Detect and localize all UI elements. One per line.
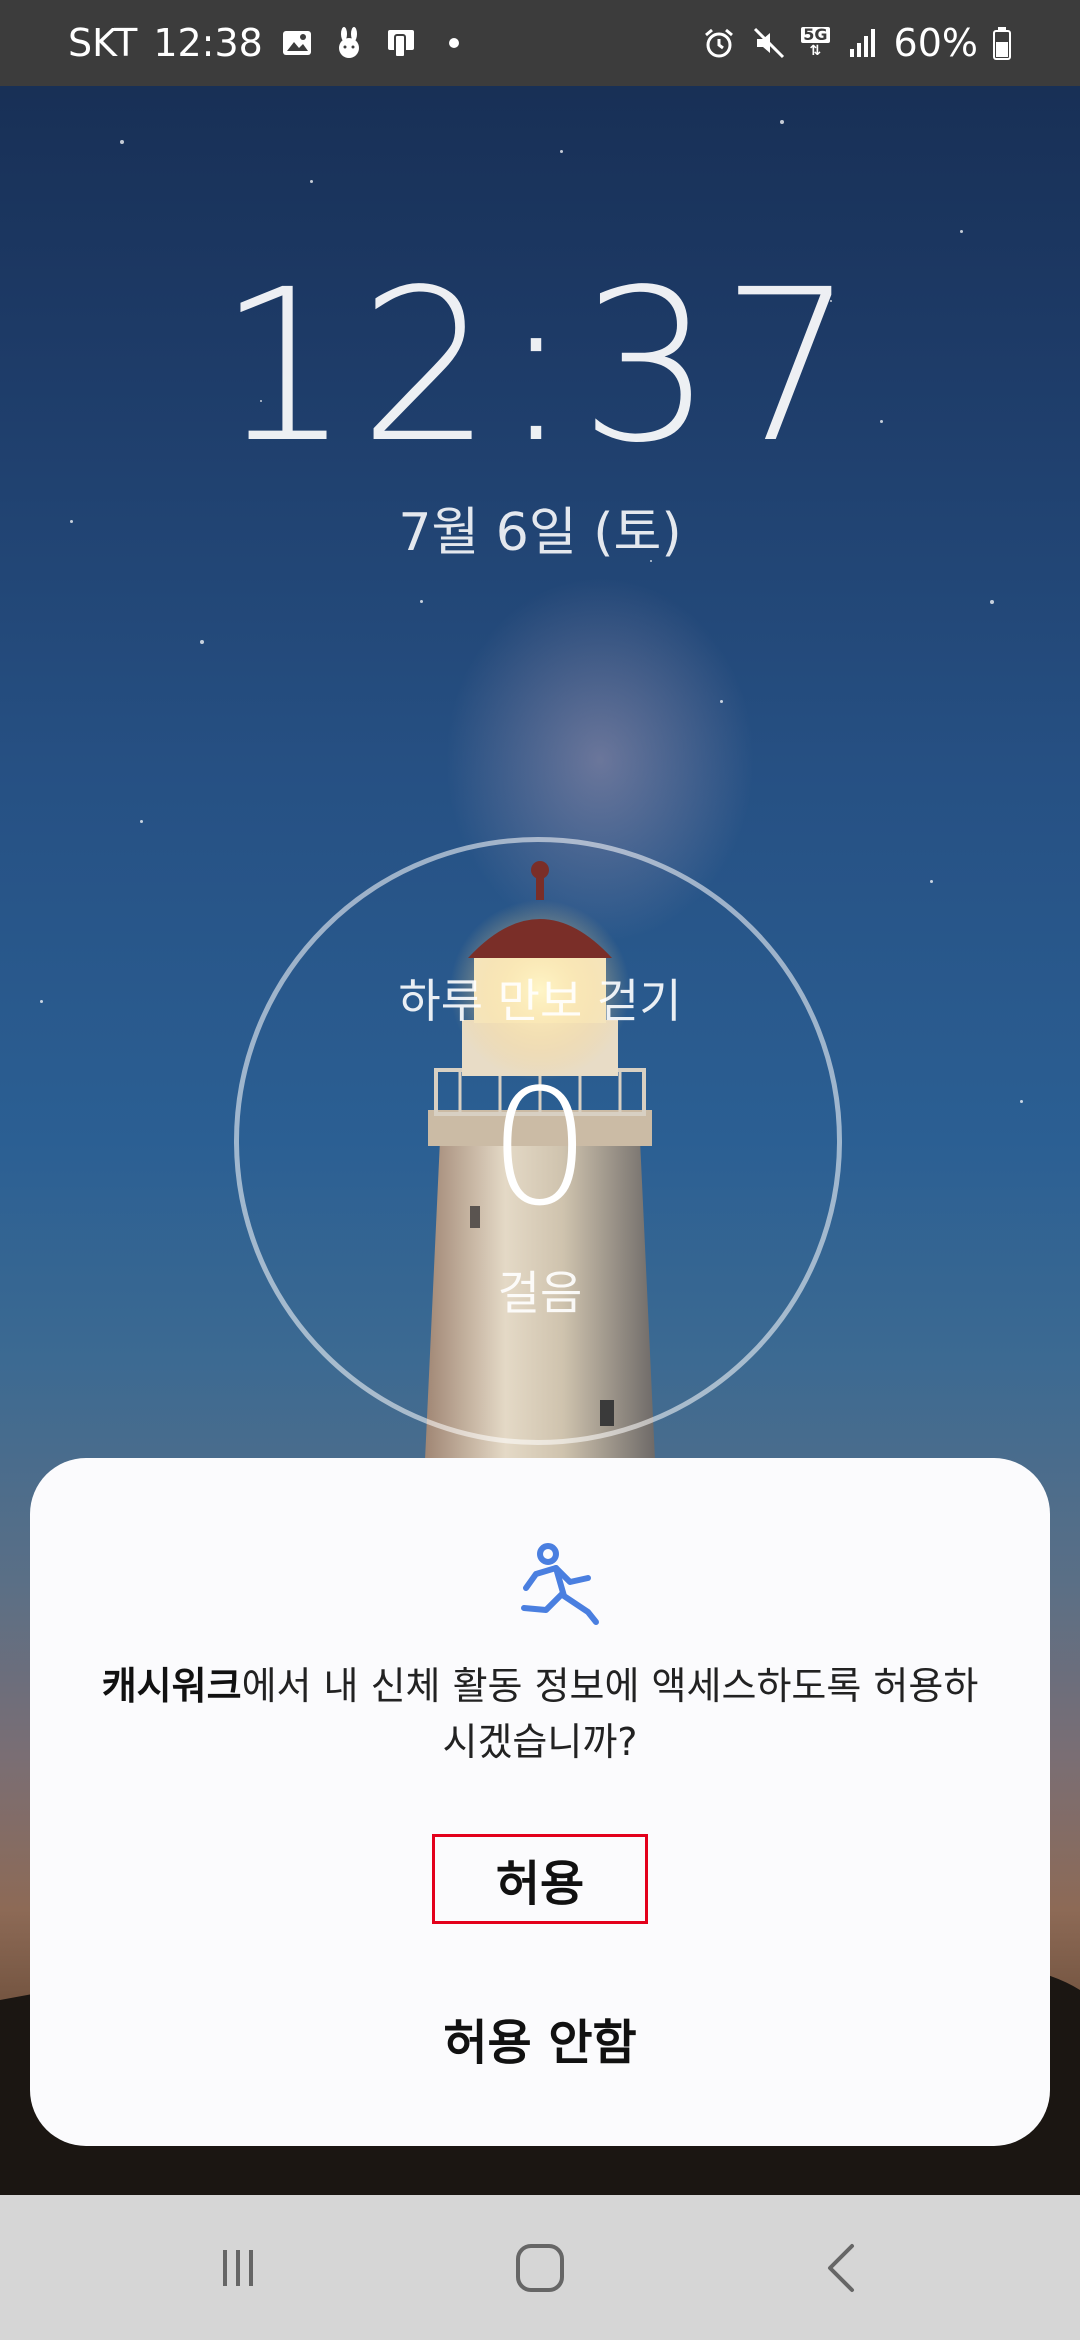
star [960,230,963,233]
home-button[interactable] [450,2195,630,2340]
star [780,120,784,124]
dialog-message-text: 에서 내 신체 활동 정보에 액세스하도록 허용하시겠습니까? [241,1664,979,1764]
allow-button[interactable]: 허용 [432,1834,648,1924]
star [930,880,933,883]
recent-apps-button[interactable] [148,2195,328,2340]
signal-icon [849,29,875,57]
battery-percent: 60% [893,21,978,65]
status-right: 5G ⇅ 60% [701,21,1012,65]
carrier-label: SKT [68,21,138,65]
back-icon [828,2243,854,2292]
deny-button[interactable]: 허용 안함 [340,1998,740,2078]
status-left: SKT 12:38 [68,21,459,65]
dialog-app-name: 캐시워크 [101,1664,242,1708]
navigation-bar [0,2195,1080,2340]
status-time: 12:38 [153,21,263,65]
step-unit: 걸음 [497,1266,583,1320]
battery-icon [993,27,1011,60]
step-count: 0 [489,1054,591,1241]
permission-dialog: 캐시워크에서 내 신체 활동 정보에 액세스하도록 허용하시겠습니까? 허용 허… [30,1458,1050,2146]
star [120,140,124,144]
star [560,150,563,153]
lockscreen-clock: 12:37 [217,244,863,489]
5g-icon: 5G ⇅ [801,25,830,59]
star [140,820,143,823]
star [420,600,423,603]
lockscreen-date: 7월 6일 (토) [398,503,682,563]
gallery-icon [282,31,311,55]
status-bar: SKT 12:38 5G ⇅ 60% [0,0,1080,86]
star [200,640,204,644]
recent-apps-icon [223,2249,253,2286]
star [720,700,723,703]
notification-dot [448,38,459,48]
star [310,180,313,183]
dialog-message: 캐시워크에서 내 신체 활동 정보에 액세스하도록 허용하시겠습니까? [90,1658,990,1770]
mute-icon [754,27,785,59]
data-arrows: ⇅ [809,43,822,59]
star [990,600,994,604]
network-label: 5G [801,25,830,44]
alarm-icon [705,28,734,58]
lock-screen: SKT 12:38 5G ⇅ 60% 12:37 7월 6일 (토) 하루 만보… [0,0,1080,2340]
back-button[interactable] [752,2195,932,2340]
home-icon [516,2243,564,2292]
rabbit-icon [338,27,359,58]
step-widget-title: 하루 만보 걷기 [398,974,682,1028]
running-person-icon [521,1543,599,1625]
device-icon [387,30,414,58]
